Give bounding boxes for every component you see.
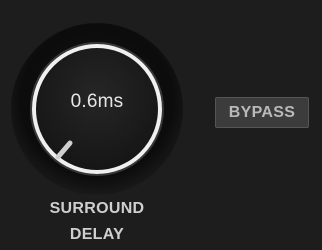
plugin-panel: 0.6ms SURROUND DELAY BYPASS [0,0,322,250]
knob-label-line1: SURROUND [49,200,145,217]
knob-value-readout: 0.6ms [70,91,124,112]
knob-label-line2: DELAY [69,226,125,243]
bypass-button[interactable]: BYPASS [215,97,309,128]
knob-label: SURROUND DELAY [20,196,174,248]
